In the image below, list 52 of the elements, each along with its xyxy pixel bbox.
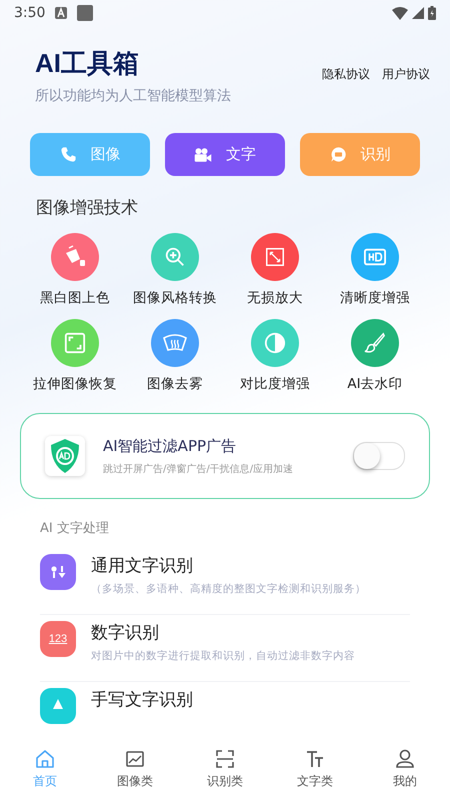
app-square-icon	[77, 5, 94, 21]
tool-item[interactable]: AI去水印	[325, 319, 425, 393]
nav-tab[interactable]: 图像类	[90, 738, 180, 800]
nav-tab[interactable]: 我的	[360, 738, 450, 800]
windshield-icon	[163, 333, 187, 353]
user-icon	[395, 748, 415, 768]
tool-item[interactable]: 清晰度增强	[325, 233, 425, 307]
category-button[interactable]: 文字	[165, 133, 285, 176]
video-camera-icon	[194, 146, 212, 162]
notification-icon	[55, 7, 68, 19]
scan-icon	[215, 748, 235, 768]
ad-filter-description: 跳过开屏广告/弹窗广告/干扰信息/应用加速	[103, 462, 294, 476]
tool-item[interactable]: 无损放大	[225, 233, 325, 307]
text-size-icon	[305, 748, 325, 768]
tool-item[interactable]: 图像风格转换	[125, 233, 225, 307]
home-icon	[35, 748, 55, 768]
zoom-in-icon	[164, 246, 186, 268]
expand-icon	[264, 246, 286, 268]
chat-bubble-icon	[330, 146, 346, 163]
text-tool-row[interactable]: 通用文字识别 （多场景、多语种、高精度的整图文字检测和识别服务）	[40, 551, 410, 615]
tool-item[interactable]: 对比度增强	[225, 319, 325, 393]
tool-item[interactable]: 黑白图上色	[25, 233, 125, 307]
signal-icon	[412, 7, 424, 19]
ad-filter-title: AI智能过滤APP广告	[103, 436, 238, 456]
tool-icon: 123	[40, 621, 76, 657]
section-title: AI 文字处理	[39, 520, 110, 537]
battery-icon	[428, 6, 436, 20]
section-title: 图像增强技术	[35, 197, 139, 219]
toggle-switch[interactable]	[353, 442, 405, 470]
hd-icon	[364, 248, 386, 266]
nav-tab[interactable]: 文字类	[270, 738, 360, 800]
agreement-link[interactable]: 用户协议	[382, 66, 430, 83]
text-tool-title: 数字识别	[91, 622, 160, 644]
nav-tab[interactable]: 识别类	[180, 738, 270, 800]
text-tool-title: 通用文字识别	[91, 555, 194, 577]
text-tool-description: 对图片中的数字进行提取和识别，自动过滤非数字内容	[91, 649, 355, 663]
text-tool-description: （多场景、多语种、高精度的整图文字检测和识别服务）	[91, 582, 366, 596]
ad-shield-icon	[45, 436, 85, 476]
text-tool-row[interactable]: 123 数字识别 对图片中的数字进行提取和识别，自动过滤非数字内容	[40, 618, 410, 682]
status-time: 3:50	[14, 5, 46, 21]
frame-icon	[64, 332, 86, 354]
agreement-link[interactable]: 隐私协议	[322, 66, 370, 83]
tool-item[interactable]: 拉伸图像恢复	[25, 319, 125, 393]
tool-item[interactable]: 图像去雾	[125, 319, 225, 393]
text-tool-title: 手写文字识别	[91, 689, 193, 711]
image-icon	[125, 748, 145, 768]
app-title: AI工具箱	[35, 47, 140, 80]
contrast-icon	[264, 332, 286, 354]
app-subtitle: 所以功能均为人工智能模型算法	[35, 87, 231, 105]
paintbrush-icon	[364, 332, 386, 354]
phone-icon	[60, 146, 76, 163]
wifi-icon	[392, 6, 408, 20]
